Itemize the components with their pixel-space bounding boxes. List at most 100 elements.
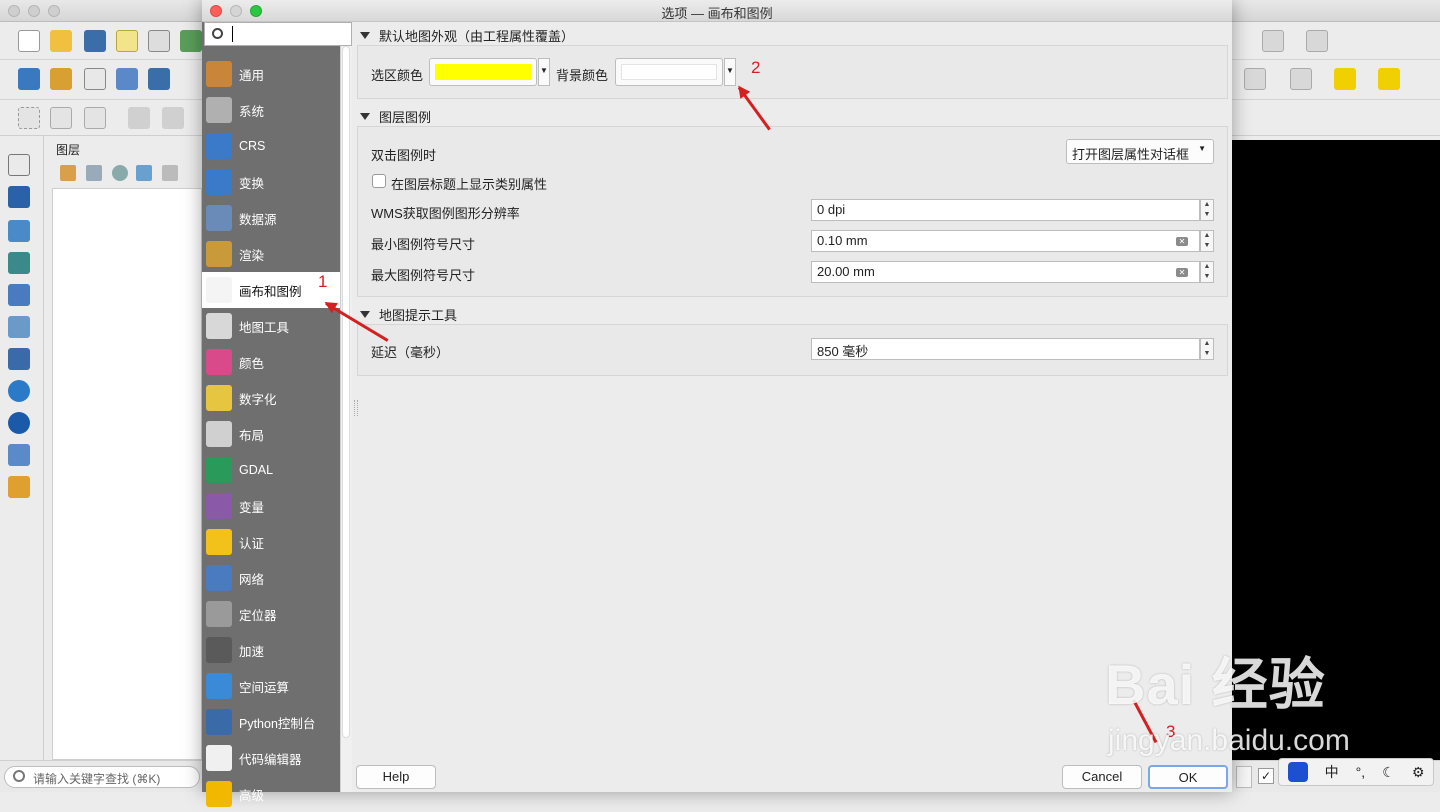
measure-icon[interactable] bbox=[50, 107, 72, 129]
splitter-handle[interactable] bbox=[354, 400, 358, 416]
wms-dpi-stepper[interactable]: ▲ ▼ bbox=[1200, 199, 1214, 221]
deselect-icon[interactable] bbox=[1306, 30, 1328, 52]
postgis-icon[interactable] bbox=[8, 348, 30, 370]
print-layout-icon[interactable] bbox=[148, 30, 170, 52]
sidebar-item[interactable]: 定位器 bbox=[202, 596, 340, 632]
sidebar-item[interactable]: 加速 bbox=[202, 632, 340, 668]
mesh-layer-icon[interactable] bbox=[8, 220, 30, 242]
raster-layer-icon[interactable] bbox=[8, 186, 30, 208]
scale-spinner[interactable] bbox=[1236, 766, 1252, 788]
wms-icon[interactable] bbox=[8, 380, 30, 402]
max-symbol-spinbox[interactable]: 20.00 mm bbox=[811, 261, 1200, 283]
main-close-button[interactable] bbox=[8, 5, 20, 17]
filter-icon[interactable] bbox=[136, 165, 152, 181]
delay-stepper[interactable]: ▲ ▼ bbox=[1200, 338, 1214, 360]
style-manager-icon[interactable] bbox=[180, 30, 202, 52]
background-color-dropdown[interactable]: ▼ bbox=[724, 58, 736, 86]
add-vector-icon[interactable] bbox=[18, 68, 40, 90]
vertex-tool-icon[interactable] bbox=[84, 107, 106, 129]
render-checkbox[interactable]: ✓ bbox=[1258, 768, 1274, 784]
cancel-button[interactable]: Cancel bbox=[1062, 765, 1142, 789]
wcs-icon[interactable] bbox=[8, 412, 30, 434]
delimited-text-icon[interactable] bbox=[8, 252, 30, 274]
layers-tree[interactable] bbox=[52, 188, 202, 760]
sidebar-item[interactable]: CRS bbox=[202, 128, 340, 164]
sidebar-item[interactable]: 空间运算 bbox=[202, 668, 340, 704]
show-classification-label[interactable]: 在图层标题上显示类别属性 bbox=[391, 174, 547, 193]
clear-icon[interactable]: ✕ bbox=[1176, 268, 1188, 277]
rotate-icon[interactable] bbox=[128, 107, 150, 129]
selection-color-dropdown[interactable]: ▼ bbox=[538, 58, 550, 86]
sidebar-scrollbar-thumb[interactable] bbox=[342, 46, 350, 738]
eye-icon[interactable] bbox=[112, 165, 128, 181]
sidebar-item[interactable]: 通用 bbox=[202, 56, 340, 92]
select-by-value-icon[interactable] bbox=[1334, 68, 1356, 90]
clear-icon[interactable]: ✕ bbox=[1176, 237, 1188, 246]
ime-chinese-mode[interactable]: 中 bbox=[1325, 762, 1339, 782]
select-location-icon[interactable] bbox=[1378, 68, 1400, 90]
selection-color-button[interactable] bbox=[429, 58, 537, 86]
add-raster-icon[interactable] bbox=[50, 68, 72, 90]
sidebar-item[interactable]: 变量 bbox=[202, 488, 340, 524]
sidebar-item[interactable]: 布局 bbox=[202, 416, 340, 452]
sidebar-item[interactable]: 网络 bbox=[202, 560, 340, 596]
open-project-icon[interactable] bbox=[50, 30, 72, 52]
main-zoom-button[interactable] bbox=[48, 5, 60, 17]
locator-search-input[interactable]: 请输入关键字查找 (⌘K) bbox=[4, 766, 200, 788]
spatialite-icon[interactable] bbox=[8, 284, 30, 306]
sidebar-item[interactable]: 数字化 bbox=[202, 380, 340, 416]
split-icon[interactable] bbox=[162, 107, 184, 129]
attribute-table-icon[interactable] bbox=[1290, 68, 1312, 90]
add-group-icon[interactable] bbox=[86, 165, 102, 181]
section-layer-legend-header[interactable]: 图层图例 bbox=[360, 107, 431, 126]
ime-toolbar[interactable]: 中 °, ☾ ⚙ bbox=[1278, 758, 1434, 786]
sidebar-item[interactable]: 高级 bbox=[202, 776, 340, 812]
save-edits-icon[interactable] bbox=[148, 68, 170, 90]
min-symbol-spinbox[interactable]: 0.10 mm bbox=[811, 230, 1200, 252]
vector-tile-icon[interactable] bbox=[8, 476, 30, 498]
main-minimize-button[interactable] bbox=[28, 5, 40, 17]
save-as-icon[interactable] bbox=[116, 30, 138, 52]
expand-icon[interactable] bbox=[162, 165, 178, 181]
background-color-button[interactable] bbox=[615, 58, 723, 86]
sidebar-item[interactable]: Python控制台 bbox=[202, 704, 340, 740]
options-search-input[interactable]: ​ bbox=[204, 22, 352, 46]
min-symbol-stepper[interactable]: ▲ ▼ bbox=[1200, 230, 1214, 252]
wms-dpi-spinbox[interactable]: 0 dpi bbox=[811, 199, 1200, 221]
select-features-icon[interactable] bbox=[1262, 30, 1284, 52]
ime-settings-icon[interactable]: ⚙ bbox=[1412, 764, 1425, 781]
sidebar-item[interactable]: 颜色 bbox=[202, 344, 340, 380]
sidebar-item[interactable]: 地图工具 bbox=[202, 308, 340, 344]
sidebar-item[interactable]: 认证 bbox=[202, 524, 340, 560]
save-project-icon[interactable] bbox=[84, 30, 106, 52]
ime-moon-icon[interactable]: ☾ bbox=[1382, 764, 1395, 781]
sidebar-item[interactable]: 系统 bbox=[202, 92, 340, 128]
new-project-icon[interactable] bbox=[18, 30, 40, 52]
select-rect-icon[interactable] bbox=[1244, 68, 1266, 90]
delay-spinbox[interactable]: 850 毫秒 bbox=[811, 338, 1200, 360]
new-vector-layer-icon[interactable] bbox=[8, 154, 30, 176]
baidu-ime-icon[interactable] bbox=[1287, 762, 1308, 782]
max-symbol-stepper[interactable]: ▲ ▼ bbox=[1200, 261, 1214, 283]
sidebar-item[interactable]: GDAL bbox=[202, 452, 340, 488]
show-classification-checkbox[interactable] bbox=[372, 174, 386, 188]
section-map-tips-header[interactable]: 地图提示工具 bbox=[360, 305, 457, 324]
edit-pen-icon[interactable] bbox=[116, 68, 138, 90]
select-dotted-icon[interactable] bbox=[18, 107, 40, 129]
sidebar-item[interactable]: 数据源 bbox=[202, 200, 340, 236]
sidebar-item[interactable]: 变换 bbox=[202, 164, 340, 200]
double-click-select[interactable]: 打开图层属性对话框 ▼ bbox=[1066, 139, 1214, 164]
ok-button[interactable]: OK bbox=[1148, 765, 1228, 789]
help-button[interactable]: Help bbox=[356, 765, 436, 789]
dialog-zoom-button[interactable] bbox=[250, 5, 262, 17]
dialog-minimize-button[interactable] bbox=[230, 5, 242, 17]
digitize-icon[interactable] bbox=[84, 68, 106, 90]
dialog-close-button[interactable] bbox=[210, 5, 222, 17]
virtual-layer-icon[interactable] bbox=[8, 316, 30, 338]
style-brush-icon[interactable] bbox=[60, 165, 76, 181]
wfs-icon[interactable] bbox=[8, 444, 30, 466]
section-map-appearance-header[interactable]: 默认地图外观（由工程属性覆盖） bbox=[360, 26, 574, 45]
sidebar-item[interactable]: 渲染 bbox=[202, 236, 340, 272]
sidebar-item[interactable]: 代码编辑器 bbox=[202, 740, 340, 776]
ime-punctuation[interactable]: °, bbox=[1356, 764, 1366, 780]
